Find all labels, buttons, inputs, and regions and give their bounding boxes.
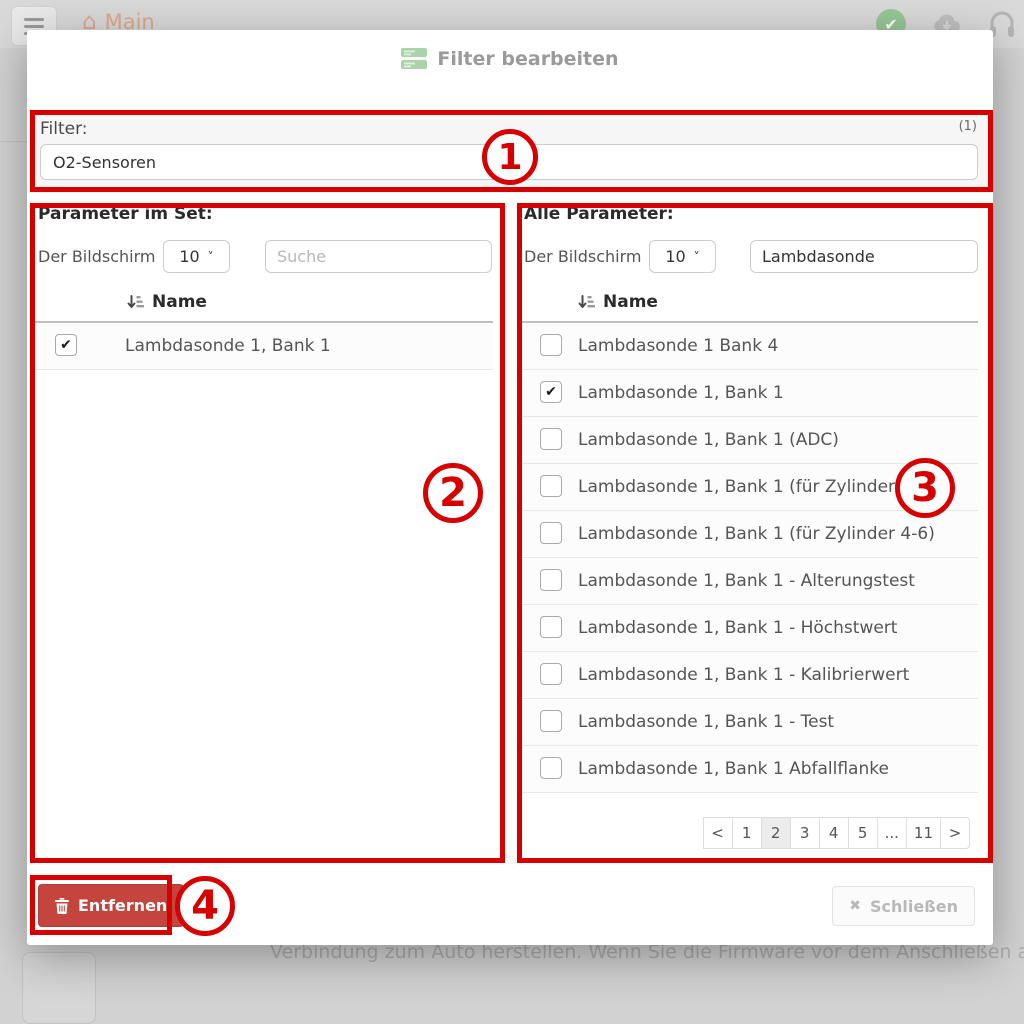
annotation-circle-2: 2	[423, 463, 483, 523]
page: ⌂ Main ✔ Verbindung zum Auto herstellen.…	[0, 0, 1024, 1024]
hamburger-icon	[24, 18, 44, 21]
annotation-rect-2	[30, 203, 505, 863]
filter-list-icon	[401, 48, 427, 70]
annotation-circle-1: 1	[482, 129, 538, 185]
close-button[interactable]: ✖ Schließen	[832, 886, 975, 926]
annotation-circle-4: 4	[175, 876, 235, 936]
annotation-circle-3: 3	[895, 458, 955, 518]
modal-title: Filter bearbeiten	[437, 48, 618, 70]
annotation-rect-4	[30, 875, 172, 935]
background-card	[22, 952, 96, 1024]
background-divider	[0, 141, 27, 142]
modal-header: Filter bearbeiten	[27, 48, 993, 70]
annotation-rect-3	[517, 203, 993, 863]
close-icon: ✖	[849, 898, 861, 914]
